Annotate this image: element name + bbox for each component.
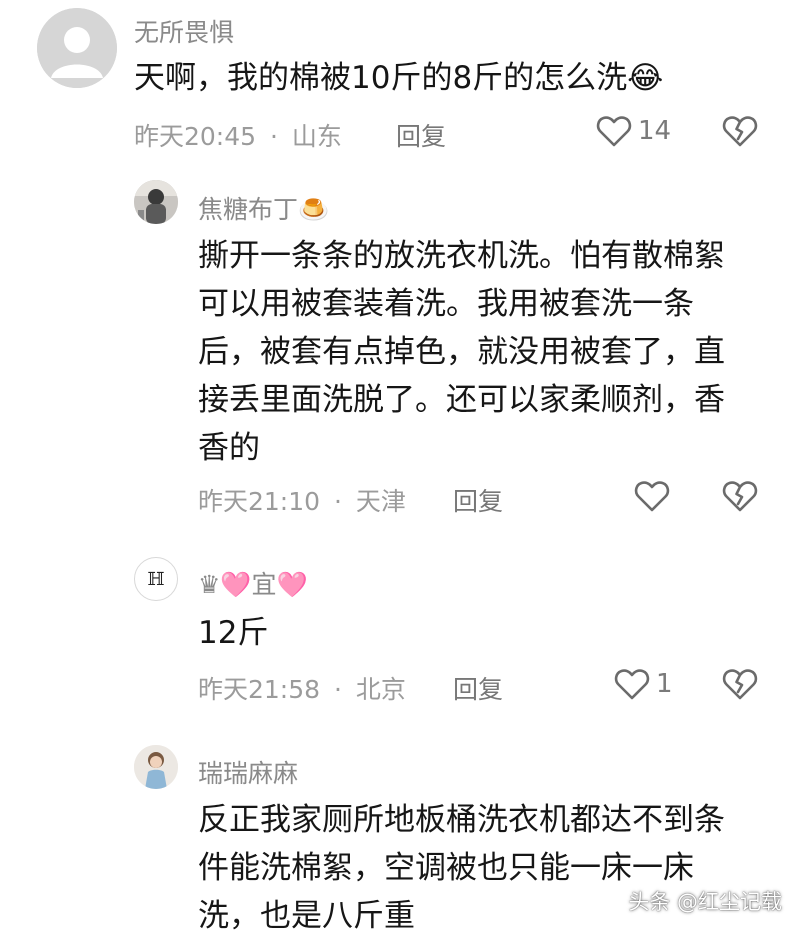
pudding-emoji: 🍮 [298, 195, 330, 224]
comment-username[interactable]: ♛🩷宜🩷 [198, 565, 308, 601]
reply-button[interactable]: 回复 [453, 670, 503, 706]
user-avatar[interactable] [134, 745, 178, 789]
comment-text-line: 件能洗棉絮，空调被也只能一床一床 [198, 850, 694, 886]
dislike-button[interactable] [722, 114, 758, 152]
comment-username[interactable]: 焦糖布丁🍮 [198, 190, 329, 226]
avatar-glyph: ℍ [147, 568, 165, 590]
comment-username[interactable]: 无所畏惧 [134, 13, 234, 49]
user-avatar[interactable]: ℍ [134, 557, 178, 601]
comment-location: 山东 [291, 122, 342, 151]
user-avatar[interactable] [134, 180, 178, 224]
user-silhouette-icon [37, 8, 117, 88]
username-text: 焦糖布丁 [198, 195, 299, 224]
comment-1: 无所畏惧 天啊，我的棉被10斤的8斤的怎么洗😂 昨天20:45 · 山东 回复 … [0, 0, 800, 170]
reply-button[interactable]: 回复 [453, 482, 503, 518]
comment-meta: 昨天21:10 · 天津 [198, 482, 406, 518]
broken-heart-icon [722, 669, 758, 700]
heart-outline-icon [596, 116, 632, 147]
comment-text-line: 撕开一条条的放洗衣机洗。怕有散棉絮 [198, 238, 725, 274]
avatar-photo-icon [134, 745, 178, 789]
comment-text: 反正我家厕所地板桶洗衣机都达不到条 件能洗棉絮，空调被也只能一床一床 洗，也是八… [198, 796, 725, 940]
dislike-button[interactable] [722, 479, 758, 517]
comment-text: 12斤 [198, 609, 268, 657]
like-count: 14 [638, 116, 672, 146]
avatar-photo-icon [134, 180, 178, 224]
comment-2: 焦糖布丁🍮 撕开一条条的放洗衣机洗。怕有散棉絮 可以用被套装着洗。我用被套洗一条… [0, 170, 800, 540]
comment-time: 昨天21:10 [198, 487, 321, 516]
comment-text-line: 接丢里面洗脱了。还可以家柔顺剂，香 [198, 382, 725, 418]
default-avatar[interactable] [37, 8, 117, 88]
comment-text: 撕开一条条的放洗衣机洗。怕有散棉絮 可以用被套装着洗。我用被套洗一条 后，被套有… [198, 232, 725, 472]
comment-text-line: 反正我家厕所地板桶洗衣机都达不到条 [198, 802, 725, 838]
comment-3: ℍ ♛🩷宜🩷 12斤 昨天21:58 · 北京 回复 1 [0, 540, 800, 730]
meta-separator: · [334, 675, 342, 704]
comment-meta: 昨天20:45 · 山东 [134, 117, 342, 153]
comment-location: 天津 [355, 487, 406, 516]
dislike-button[interactable] [722, 667, 758, 705]
comment-text-line: 可以用被套装着洗。我用被套洗一条 [198, 286, 694, 322]
comment-text-line: 天啊，我的棉被10斤的8斤的怎么洗 [134, 60, 628, 96]
comment-text-line: 后，被套有点掉色，就没用被套了，直 [198, 334, 725, 370]
comment-username[interactable]: 瑞瑞麻麻 [198, 754, 298, 790]
like-button[interactable]: 14 [596, 114, 671, 148]
meta-separator: · [334, 487, 342, 516]
comment-text-line: 12斤 [198, 615, 269, 651]
comment-meta: 昨天21:58 · 北京 [198, 670, 406, 706]
watermark: 头条 @红尘记载 [628, 890, 782, 914]
heart-outline-icon [614, 669, 650, 700]
comment-time: 昨天21:58 [198, 675, 321, 704]
laughing-emoji: 😂 [627, 60, 664, 96]
broken-heart-icon [722, 116, 758, 147]
comment-text-line: 香的 [198, 430, 260, 466]
like-button[interactable] [634, 479, 676, 513]
comment-text: 天啊，我的棉被10斤的8斤的怎么洗😂 [134, 54, 663, 102]
comment-time: 昨天20:45 [134, 122, 257, 151]
reply-button[interactable]: 回复 [396, 117, 446, 153]
heart-outline-icon [634, 481, 670, 512]
meta-separator: · [270, 122, 278, 151]
broken-heart-icon [722, 481, 758, 512]
comment-location: 北京 [355, 675, 406, 704]
like-count: 1 [656, 669, 673, 699]
like-button[interactable]: 1 [614, 667, 673, 701]
